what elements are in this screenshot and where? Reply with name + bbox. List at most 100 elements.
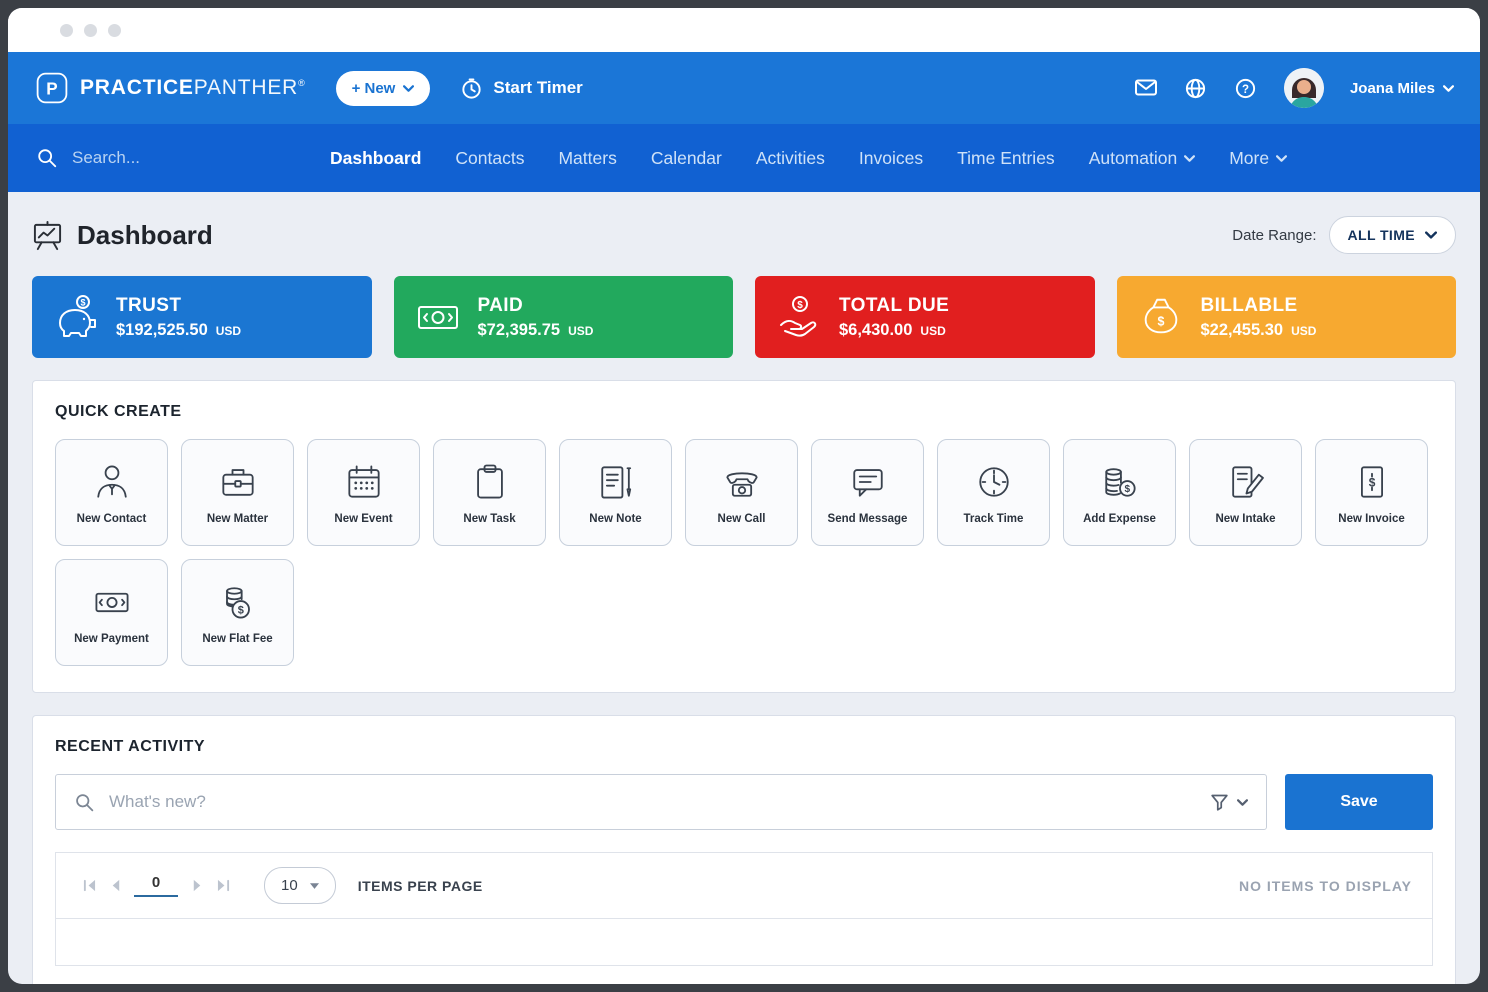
date-range-label: Date Range: — [1232, 227, 1316, 244]
nav-items: Dashboard Contacts Matters Calendar Acti… — [330, 148, 1287, 169]
stat-cards: $ TRUST $192,525.50USD — [32, 276, 1456, 358]
svg-text:$: $ — [797, 300, 803, 311]
stat-amount: $6,430.00USD — [839, 321, 949, 340]
svg-text:P: P — [46, 79, 57, 98]
timer-icon — [460, 77, 483, 100]
dashboard-content: Dashboard Date Range: ALL TIME $ — [8, 192, 1480, 984]
banknote-icon — [414, 293, 462, 341]
nav-item-time-entries[interactable]: Time Entries — [957, 148, 1055, 169]
quick-create-title: QUICK CREATE — [55, 403, 1433, 421]
brand-name: PRACTICEPANTHER® — [80, 76, 306, 100]
phone-icon — [720, 460, 764, 504]
stat-amount: $192,525.50USD — [116, 321, 241, 340]
quick-create-new-invoice[interactable]: $ New Invoice — [1315, 439, 1428, 546]
stat-card-total-due[interactable]: $ TOTAL DUE $6,430.00USD — [755, 276, 1095, 358]
nav-item-automation[interactable]: Automation — [1089, 148, 1196, 169]
search-icon — [74, 792, 95, 813]
mail-icon[interactable] — [1134, 76, 1158, 100]
contact-icon — [90, 460, 134, 504]
nav-item-calendar[interactable]: Calendar — [651, 148, 722, 169]
last-page-button[interactable] — [210, 873, 236, 899]
note-pen-icon — [594, 460, 638, 504]
chevron-down-icon — [1184, 155, 1195, 162]
quick-create-new-event[interactable]: New Event — [307, 439, 420, 546]
chevron-down-icon — [403, 85, 414, 92]
coins-dollar-icon: $ — [1098, 460, 1142, 504]
activity-search-box[interactable] — [55, 774, 1267, 830]
globe-icon[interactable] — [1184, 76, 1208, 100]
recent-activity-section: RECENT ACTIVITY Save — [32, 715, 1456, 984]
main-nav: Dashboard Contacts Matters Calendar Acti… — [8, 124, 1480, 192]
items-per-page-dropdown[interactable]: 10 — [264, 867, 336, 904]
global-search[interactable] — [36, 147, 288, 169]
quick-create-new-matter[interactable]: New Matter — [181, 439, 294, 546]
quick-create-new-call[interactable]: New Call — [685, 439, 798, 546]
svg-text:$: $ — [80, 298, 85, 308]
browser-titlebar — [8, 8, 1480, 52]
filter-icon — [1210, 793, 1229, 811]
window-close-button[interactable] — [60, 24, 73, 37]
money-bag-icon: $ — [1137, 293, 1185, 341]
dashboard-icon — [32, 220, 63, 251]
intake-pencil-icon — [1224, 460, 1268, 504]
nav-item-invoices[interactable]: Invoices — [859, 148, 923, 169]
svg-text:?: ? — [1242, 83, 1249, 95]
pagination-row: 10 ITEMS PER PAGE NO ITEMS TO DISPLAY — [56, 853, 1432, 919]
recent-activity-title: RECENT ACTIVITY — [55, 738, 1433, 756]
user-menu[interactable]: Joana Miles — [1350, 80, 1454, 97]
nav-item-activities[interactable]: Activities — [756, 148, 825, 169]
first-page-button[interactable] — [76, 873, 102, 899]
stat-label: TRUST — [116, 295, 241, 317]
activity-filter-button[interactable] — [1210, 793, 1248, 811]
nav-item-matters[interactable]: Matters — [558, 148, 616, 169]
clock-icon — [972, 460, 1016, 504]
quick-create-new-task[interactable]: New Task — [433, 439, 546, 546]
chevron-down-icon — [1237, 799, 1248, 806]
piggy-bank-icon: $ — [52, 293, 100, 341]
app-header: P PRACTICEPANTHER® + New Start Timer — [8, 52, 1480, 124]
save-button[interactable]: Save — [1285, 774, 1433, 830]
next-page-button[interactable] — [184, 873, 210, 899]
quick-create-new-note[interactable]: New Note — [559, 439, 672, 546]
svg-text:$: $ — [1157, 315, 1164, 329]
briefcase-icon — [216, 460, 260, 504]
brand-logo: P PRACTICEPANTHER® — [34, 70, 306, 106]
empty-table-row — [56, 919, 1432, 965]
quick-create-send-message[interactable]: Send Message — [811, 439, 924, 546]
quick-create-section: QUICK CREATE New Contact — [32, 380, 1456, 693]
quick-create-tiles: New Contact New Matter — [55, 439, 1433, 666]
items-per-page-label: ITEMS PER PAGE — [358, 878, 483, 894]
app-window: P PRACTICEPANTHER® + New Start Timer — [8, 8, 1480, 984]
payment-banknote-icon — [90, 580, 134, 624]
help-icon[interactable]: ? — [1234, 76, 1258, 100]
window-minimize-button[interactable] — [84, 24, 97, 37]
nav-item-more[interactable]: More — [1229, 148, 1287, 169]
new-button[interactable]: + New — [336, 71, 431, 106]
quick-create-add-expense[interactable]: $ Add Expense — [1063, 439, 1176, 546]
quick-create-new-flat-fee[interactable]: $ New Flat Fee — [181, 559, 294, 666]
quick-create-new-intake[interactable]: New Intake — [1189, 439, 1302, 546]
nav-item-contacts[interactable]: Contacts — [455, 148, 524, 169]
quick-create-new-payment[interactable]: New Payment — [55, 559, 168, 666]
stat-amount: $22,455.30USD — [1201, 321, 1317, 340]
page-title: Dashboard — [77, 220, 213, 251]
activity-search-input[interactable] — [109, 792, 1196, 812]
stat-label: BILLABLE — [1201, 295, 1317, 317]
chevron-down-icon — [310, 883, 319, 889]
window-maximize-button[interactable] — [108, 24, 121, 37]
search-input[interactable] — [72, 148, 242, 168]
user-avatar[interactable] — [1284, 68, 1324, 108]
quick-create-new-contact[interactable]: New Contact — [55, 439, 168, 546]
stat-card-trust[interactable]: $ TRUST $192,525.50USD — [32, 276, 372, 358]
previous-page-button[interactable] — [102, 873, 128, 899]
quick-create-track-time[interactable]: Track Time — [937, 439, 1050, 546]
nav-item-dashboard[interactable]: Dashboard — [330, 148, 421, 169]
header-actions: ? Joana Miles — [1134, 68, 1454, 108]
stat-card-billable[interactable]: $ BILLABLE $22,455.30USD — [1117, 276, 1457, 358]
page-number-input[interactable] — [134, 874, 178, 897]
date-range-dropdown[interactable]: ALL TIME — [1329, 216, 1457, 254]
stat-card-paid[interactable]: PAID $72,395.75USD — [394, 276, 734, 358]
start-timer-button[interactable]: Start Timer — [460, 77, 582, 100]
calendar-icon — [342, 460, 386, 504]
svg-text:$: $ — [1124, 484, 1130, 495]
